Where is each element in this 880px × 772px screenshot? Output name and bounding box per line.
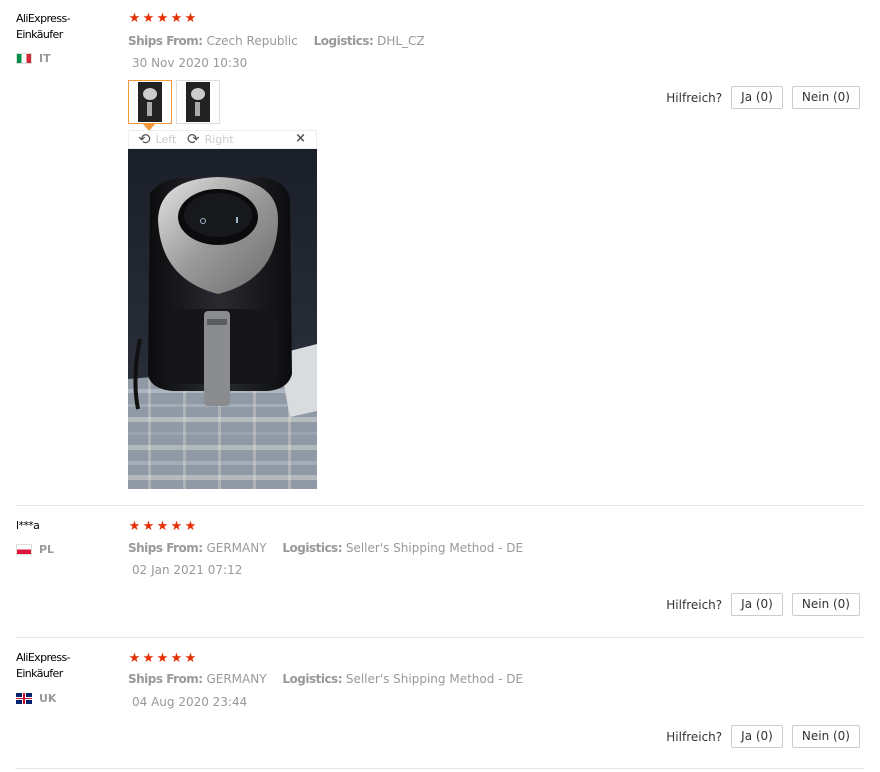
ships-from-label: Ships From: bbox=[128, 672, 203, 686]
helpful-yes-button[interactable]: Ja (0) bbox=[731, 725, 783, 748]
photo-thumbnail[interactable] bbox=[176, 80, 220, 124]
star-icon: ★ bbox=[128, 651, 141, 666]
shipping-info: Ships From: GERMANY Logistics: Seller's … bbox=[128, 541, 535, 555]
star-icon: ★ bbox=[184, 651, 197, 666]
rotate-right-label: Right bbox=[204, 133, 234, 146]
logistics-label: Logistics: bbox=[282, 541, 342, 555]
ships-from-value: Czech Republic bbox=[206, 34, 298, 48]
helpful-vote: Hilfreich? Ja (0) Nein (0) bbox=[666, 725, 860, 748]
review-date: 30 Nov 2020 10:30 bbox=[132, 56, 248, 70]
helpful-label: Hilfreich? bbox=[666, 729, 723, 744]
ships-from-value: GERMANY bbox=[206, 541, 267, 555]
review-date: 04 Aug 2020 23:44 bbox=[132, 695, 248, 709]
country-code: PL bbox=[39, 543, 55, 556]
review-divider bbox=[15, 768, 864, 769]
rotate-right-icon: ⟳ bbox=[187, 130, 200, 148]
reviewer-country: IT bbox=[16, 52, 51, 65]
helpful-no-button[interactable]: Nein (0) bbox=[791, 593, 860, 616]
helpful-label: Hilfreich? bbox=[666, 90, 723, 105]
helpful-vote: Hilfreich? Ja (0) Nein (0) bbox=[666, 593, 860, 616]
star-icon: ★ bbox=[156, 519, 169, 534]
poland-flag-icon bbox=[16, 544, 32, 555]
star-icon: ★ bbox=[170, 11, 183, 26]
star-icon: ★ bbox=[142, 11, 155, 26]
ships-from-value: GERMANY bbox=[206, 672, 267, 686]
star-icon: ★ bbox=[156, 11, 169, 26]
logistics-value: Seller's Shipping Method - DE bbox=[345, 541, 524, 555]
helpful-yes-button[interactable]: Ja (0) bbox=[731, 593, 783, 616]
review-date: 02 Jan 2021 07:12 bbox=[132, 563, 243, 577]
star-icon: ★ bbox=[184, 519, 197, 534]
photo-thumbnail[interactable] bbox=[128, 80, 172, 131]
reviewer-name: l***a bbox=[16, 519, 40, 532]
rotate-left-button[interactable]: ⟲ Left bbox=[138, 132, 176, 147]
star-icon: ★ bbox=[170, 651, 183, 666]
helpful-no-button[interactable]: Nein (0) bbox=[791, 725, 860, 748]
country-code: IT bbox=[39, 52, 51, 65]
review-photo-enlarged bbox=[128, 149, 317, 489]
image-viewer-toolbar: ⟲ Left ⟳ Right × bbox=[128, 130, 317, 149]
country-code: UK bbox=[39, 692, 57, 705]
logistics-label: Logistics: bbox=[282, 672, 342, 686]
star-icon: ★ bbox=[142, 519, 155, 534]
review-photo-thumbnails bbox=[128, 80, 220, 131]
review-item: AliExpress-Einkäufer UK ★ ★ ★ ★ ★ Ships From… bbox=[0, 638, 880, 769]
ships-from-label: Ships From: bbox=[128, 541, 203, 555]
rotate-left-icon: ⟲ bbox=[138, 130, 151, 148]
ships-from-label: Ships From: bbox=[128, 34, 203, 48]
helpful-vote: Hilfreich? Ja (0) Nein (0) bbox=[666, 86, 860, 109]
close-icon[interactable]: × bbox=[295, 131, 306, 146]
reviewer-country: PL bbox=[16, 543, 54, 556]
rotate-left-label: Left bbox=[155, 133, 177, 146]
helpful-no-button[interactable]: Nein (0) bbox=[791, 86, 860, 109]
star-icon: ★ bbox=[142, 651, 155, 666]
star-rating: ★ ★ ★ ★ ★ bbox=[128, 652, 197, 666]
uk-flag-icon bbox=[16, 693, 32, 704]
reviewer-name: AliExpress-Einkäufer bbox=[16, 651, 71, 680]
star-rating: ★ ★ ★ ★ ★ bbox=[128, 12, 197, 26]
helpful-yes-button[interactable]: Ja (0) bbox=[731, 86, 783, 109]
logistics-value: Seller's Shipping Method - DE bbox=[345, 672, 524, 686]
star-icon: ★ bbox=[128, 519, 141, 534]
logistics-label: Logistics: bbox=[313, 34, 374, 48]
helpful-label: Hilfreich? bbox=[666, 597, 723, 612]
review-item: AliExpress-Einkäufer IT ★ ★ ★ ★ ★ Ships From… bbox=[0, 0, 880, 505]
review-item: l***a PL ★ ★ ★ ★ ★ Ships From: GERMANY Logis… bbox=[0, 506, 880, 637]
rotate-right-button[interactable]: ⟳ Right bbox=[187, 132, 234, 147]
star-icon: ★ bbox=[156, 651, 169, 666]
italy-flag-icon bbox=[16, 53, 32, 64]
star-icon: ★ bbox=[184, 11, 197, 26]
shipping-info: Ships From: Czech Republic Logistics: DH… bbox=[128, 34, 437, 48]
shipping-info: Ships From: GERMANY Logistics: Seller's … bbox=[128, 672, 535, 686]
logistics-value: DHL_CZ bbox=[377, 34, 425, 48]
star-icon: ★ bbox=[170, 519, 183, 534]
reviewer-name: AliExpress-Einkäufer bbox=[16, 12, 71, 41]
star-rating: ★ ★ ★ ★ ★ bbox=[128, 520, 197, 534]
star-icon: ★ bbox=[128, 11, 141, 26]
reviewer-country: UK bbox=[16, 692, 56, 705]
